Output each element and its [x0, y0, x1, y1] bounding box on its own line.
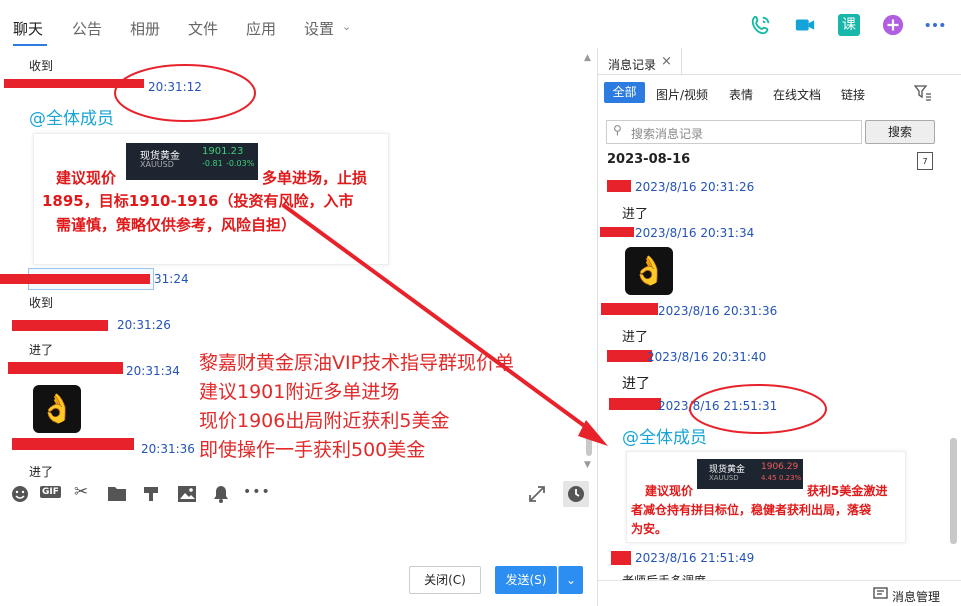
filter-docs[interactable]: 在线文档 — [773, 86, 821, 103]
close-icon[interactable]: × — [661, 54, 672, 69]
screenshot-icon[interactable]: ✂ — [74, 482, 88, 502]
bell-icon[interactable] — [212, 484, 230, 504]
tab-settings[interactable]: 设置 — [304, 18, 334, 39]
redacted-name — [609, 398, 661, 410]
overlay-line-2: 建议1901附近多单进场 — [199, 381, 400, 403]
tab-files[interactable]: 文件 — [188, 18, 218, 39]
message-time: 20:31:26 — [117, 318, 171, 332]
history-text: 老师后手多调度 — [622, 572, 706, 580]
history-tab-title[interactable]: 消息记录 — [608, 56, 656, 73]
video-icon[interactable] — [794, 14, 816, 36]
tab-album[interactable]: 相册 — [130, 18, 160, 39]
profit-image-card[interactable]: 现货黄金 XAUUSD 1906.29 4.45 0.23% 建议现价 获利5美… — [626, 451, 906, 543]
filter-icon[interactable] — [914, 85, 932, 101]
input-toolbar: GIF ✂ ••• — [0, 478, 597, 510]
mention-all[interactable]: @全体成员 — [29, 104, 114, 129]
message-text: 收到 — [29, 296, 54, 310]
chevron-down-icon: ⌄ — [342, 20, 352, 33]
chat-scrollbar-thumb[interactable] — [586, 428, 592, 456]
message-manage-icon[interactable] — [873, 587, 888, 601]
course-icon[interactable]: 课 — [838, 14, 860, 36]
clock-icon — [568, 486, 584, 502]
history-time: 2023/8/16 20:31:40 — [647, 350, 767, 364]
search-icon: ⚲ — [613, 123, 622, 137]
history-text: 进了 — [622, 330, 649, 345]
message-history-panel: 消息记录 × 全部 图片/视频 表情 在线文档 链接 ⚲ 搜索消息记录 搜索 2… — [597, 48, 961, 606]
send-options-dropdown[interactable]: ⌄ — [558, 566, 583, 594]
filter-media[interactable]: 图片/视频 — [656, 86, 708, 103]
message-text: 进了 — [29, 465, 54, 478]
history-text: 进了 — [622, 376, 650, 392]
ok-hand-sticker[interactable]: 👌 — [625, 247, 673, 295]
message-time: 31:24 — [154, 272, 189, 286]
scroll-down-arrow[interactable]: ▼ — [584, 460, 592, 472]
redacted-name — [8, 362, 123, 374]
emoji-icon[interactable] — [10, 484, 30, 504]
redacted-name — [607, 350, 652, 362]
phone-icon[interactable] — [750, 14, 772, 36]
history-date: 2023-08-16 — [607, 152, 691, 167]
redacted-name — [611, 551, 631, 565]
overlay-line-1: 黎嘉财黄金原油VIP技术指导群现价单 — [199, 352, 515, 374]
history-time: 2023/8/16 20:31:36 — [658, 304, 778, 318]
message-time: 20:31:12 — [148, 80, 202, 94]
filter-links[interactable]: 链接 — [841, 86, 865, 103]
add-app-icon[interactable] — [882, 14, 904, 36]
mention-all[interactable]: @全体成员 — [622, 423, 707, 448]
more-tools-icon[interactable]: ••• — [243, 484, 271, 500]
history-time: 2023/8/16 20:31:26 — [635, 180, 755, 194]
scroll-up-arrow[interactable]: ▲ — [584, 53, 592, 65]
history-search-input[interactable]: ⚲ 搜索消息记录 — [606, 120, 862, 144]
history-time: 2023/8/16 21:51:49 — [635, 551, 755, 565]
folder-icon[interactable] — [107, 485, 127, 502]
history-time: 2023/8/16 21:51:31 — [658, 399, 778, 413]
ticker-widget: 现货黄金 XAUUSD 1906.29 4.45 0.23% — [697, 459, 803, 489]
more-icon[interactable] — [924, 14, 946, 36]
history-time: 2023/8/16 20:31:34 — [635, 226, 755, 240]
top-tab-bar: 聊天 公告 相册 文件 应用 设置 ⌄ 课 — [0, 0, 961, 49]
tab-announcement[interactable]: 公告 — [72, 18, 102, 39]
ticker-widget: 现货黄金 XAUUSD 1901.23 -0.81 -0.03% — [126, 143, 258, 180]
filter-stickers[interactable]: 表情 — [729, 86, 753, 103]
send-button[interactable]: 发送(S) — [495, 566, 557, 594]
history-toggle-button[interactable] — [563, 481, 589, 507]
gif-icon[interactable]: GIF — [40, 486, 61, 498]
history-scrollbar-thumb[interactable] — [950, 438, 957, 544]
image-icon[interactable] — [177, 485, 197, 503]
message-time: 20:31:36 — [141, 442, 195, 456]
message-input[interactable] — [0, 510, 597, 565]
tab-apps[interactable]: 应用 — [246, 18, 276, 39]
close-button[interactable]: 关闭(C) — [409, 566, 481, 594]
message-time: 20:31:34 — [126, 364, 180, 378]
ok-hand-sticker[interactable]: 👌 — [33, 385, 81, 433]
search-button[interactable]: 搜索 — [865, 120, 935, 144]
filter-all[interactable]: 全部 — [604, 82, 645, 103]
tab-chat[interactable]: 聊天 — [13, 18, 43, 39]
redacted-name — [0, 274, 150, 284]
message-text: 收到 — [29, 59, 54, 73]
active-tab-indicator — [13, 44, 47, 46]
redacted-name — [4, 79, 144, 88]
expand-icon[interactable] — [528, 485, 546, 503]
calendar-icon[interactable]: 7 — [917, 152, 933, 170]
doc-icon[interactable] — [142, 485, 160, 503]
strategy-image-card[interactable]: 现货黄金 XAUUSD 1901.23 -0.81 -0.03% 建议现价 多单… — [33, 133, 389, 265]
message-text: 进了 — [29, 343, 54, 357]
message-manage-link[interactable]: 消息管理 — [892, 588, 940, 605]
overlay-line-3: 现价1906出局附近获利5美金 — [199, 410, 450, 432]
redacted-name — [607, 180, 631, 192]
history-text: 进了 — [622, 207, 649, 222]
redacted-name — [12, 320, 108, 331]
redacted-name — [601, 303, 658, 315]
redacted-name — [600, 227, 634, 237]
redacted-name — [12, 438, 134, 450]
overlay-line-4: 即使操作一手获利500美金 — [199, 439, 426, 461]
